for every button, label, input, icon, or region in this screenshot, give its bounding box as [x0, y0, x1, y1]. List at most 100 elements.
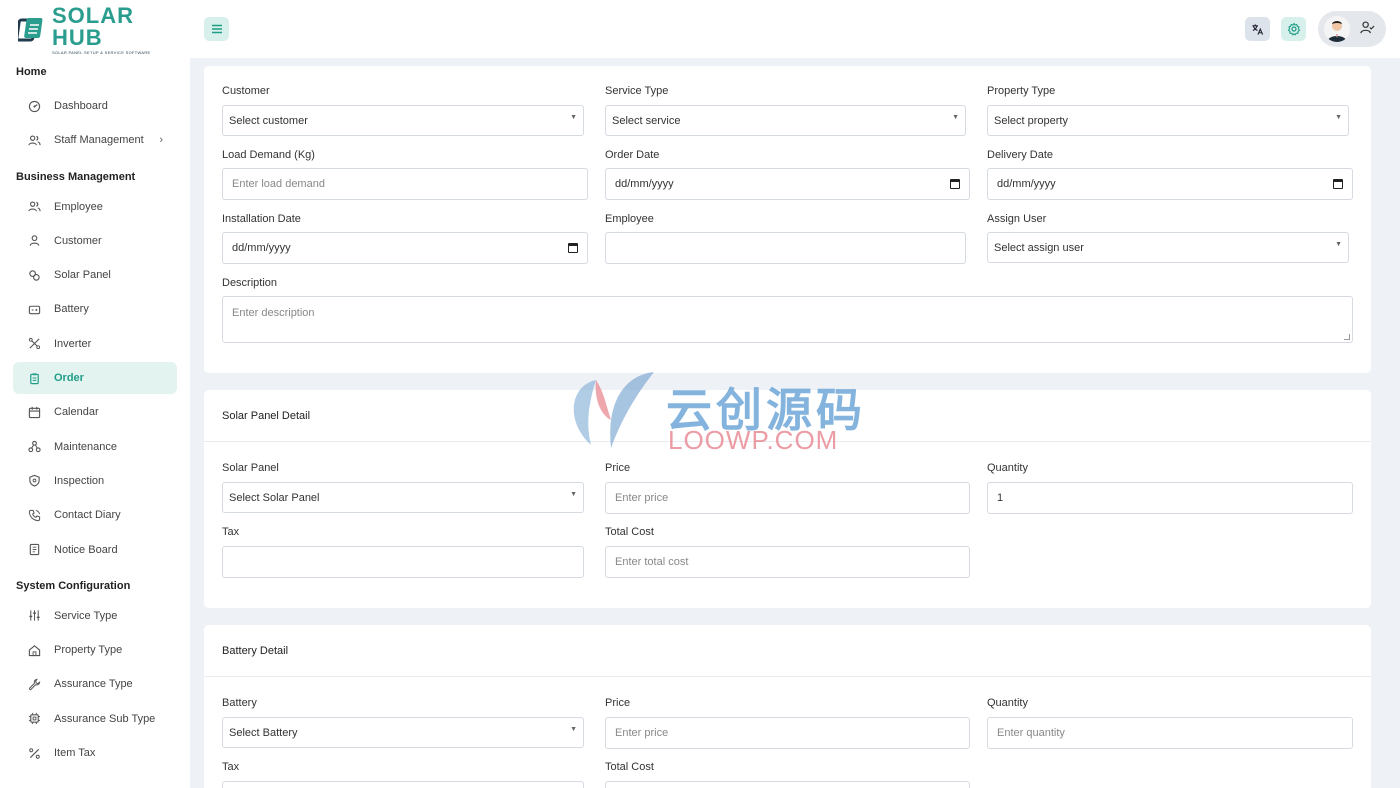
sidebar-item-employee[interactable]: Employee [13, 191, 177, 223]
sidebar-item-inspection[interactable]: Inspection [13, 465, 177, 497]
brand-name: SOLAR HUB [52, 3, 134, 50]
sidebar-item-label: Solar Panel [54, 269, 111, 282]
menu-toggle-button[interactable] [204, 17, 229, 41]
sidebar-item-label: Battery [54, 303, 89, 316]
sidebar-item-property-type[interactable]: Property Type [13, 634, 177, 666]
battery-price-label: Price [605, 697, 631, 709]
battery-tax-label: Tax [222, 761, 240, 773]
chip-icon [27, 712, 41, 726]
solar-price-input[interactable]: Enter price [605, 482, 970, 514]
battery-price-placeholder: Enter price [615, 727, 669, 739]
sidebar-item-label: Property Type [54, 644, 123, 657]
sidebar-nav: Home Dashboard Staff Management › Busine… [0, 60, 190, 771]
calendar-icon [27, 405, 41, 419]
customer-select[interactable]: Select customer ▼ [222, 105, 584, 136]
calendar-icon[interactable] [568, 243, 578, 253]
sidebar-item-staff-management[interactable]: Staff Management › [13, 124, 177, 156]
sidebar-item-label: Inspection [54, 474, 105, 487]
sidebar-item-calendar[interactable]: Calendar [13, 396, 177, 428]
sidebar-item-battery[interactable]: Battery [13, 293, 177, 325]
sidebar-item-customer[interactable]: Customer [13, 225, 177, 257]
load-demand-input[interactable]: Enter load demand [222, 168, 588, 200]
sidebar-item-label: Dashboard [54, 100, 108, 112]
battery-price-input[interactable]: Enter price [605, 717, 970, 749]
solar-tax-select[interactable] [222, 546, 584, 578]
service-type-select[interactable]: Select service ▼ [605, 105, 966, 136]
description-placeholder: Enter description [232, 307, 315, 319]
sidebar-item-label: Inverter [54, 337, 92, 350]
sidebar-item-maintenance[interactable]: Maintenance [13, 431, 177, 463]
calendar-icon[interactable] [1333, 179, 1343, 189]
avatar [1324, 16, 1350, 42]
solar-price-placeholder: Enter price [615, 492, 669, 504]
clipboard-icon [27, 371, 41, 385]
user-profile-menu[interactable] [1318, 11, 1386, 47]
brand-logo[interactable]: SOLAR HUB SOLAR PANEL SETUP & SERVICE SO… [15, 5, 173, 55]
sidebar-item-solar-panel[interactable]: Solar Panel [13, 259, 177, 291]
brand-tagline: SOLAR PANEL SETUP & SERVICE SOFTWARE [52, 50, 151, 55]
sidebar-item-assurance-type[interactable]: Assurance Type [13, 668, 177, 700]
sidebar-item-notice-board[interactable]: Notice Board [13, 534, 177, 566]
service-type-select-value: Select service [612, 114, 681, 127]
order-date-value: dd/mm/yyyy [615, 178, 674, 190]
solar-total-cost-label: Total Cost [605, 526, 654, 538]
employee-label: Employee [605, 213, 654, 225]
sidebar-item-order[interactable]: Order [13, 362, 177, 395]
sidebar-item-label: Staff Management [54, 134, 144, 147]
sidebar-item-dashboard[interactable]: Dashboard [13, 90, 177, 122]
percent-icon [27, 746, 41, 760]
solar-panel-icon [27, 268, 41, 282]
battery-quantity-input[interactable]: Enter quantity [987, 717, 1353, 749]
caret-down-icon: ▼ [570, 726, 577, 733]
installation-date-value: dd/mm/yyyy [232, 242, 291, 254]
battery-detail-title: Battery Detail [204, 625, 1371, 677]
property-type-select[interactable]: Select property ▼ [987, 105, 1349, 136]
solar-price-label: Price [605, 462, 631, 474]
solar-total-cost-input[interactable]: Enter total cost [605, 546, 970, 578]
battery-label: Battery [222, 697, 257, 709]
employee-input[interactable] [605, 232, 966, 264]
order-date-input[interactable]: dd/mm/yyyy [605, 168, 970, 200]
property-type-select-value: Select property [994, 114, 1068, 127]
caret-down-icon: ▼ [1335, 241, 1342, 248]
users-icon [27, 200, 41, 214]
home-icon [27, 643, 41, 657]
sidebar-item-item-tax[interactable]: Item Tax [13, 737, 177, 769]
sidebar-item-contact-diary[interactable]: Contact Diary [13, 499, 177, 531]
assign-user-select[interactable]: Select assign user ▼ [987, 232, 1349, 263]
caret-down-icon: ▼ [570, 114, 577, 121]
battery-quantity-placeholder: Enter quantity [997, 727, 1065, 739]
sidebar-item-inverter[interactable]: Inverter [13, 328, 177, 360]
users-icon [27, 133, 41, 147]
sidebar-item-service-type[interactable]: Service Type [13, 600, 177, 632]
installation-date-input[interactable]: dd/mm/yyyy [222, 232, 588, 264]
load-demand-label: Load Demand (Kg) [222, 149, 315, 161]
delivery-date-value: dd/mm/yyyy [997, 178, 1056, 190]
service-type-label: Service Type [605, 85, 669, 97]
settings-button[interactable] [1281, 17, 1306, 41]
assign-user-label: Assign User [987, 213, 1047, 225]
calendar-icon[interactable] [950, 179, 960, 189]
assign-user-select-value: Select assign user [994, 241, 1084, 254]
language-button[interactable] [1245, 17, 1270, 41]
hamburger-icon [211, 24, 222, 34]
battery-tax-select[interactable] [222, 781, 584, 788]
top-bar [190, 0, 1400, 58]
delivery-date-input[interactable]: dd/mm/yyyy [987, 168, 1353, 200]
battery-select[interactable]: Select Battery ▼ [222, 717, 584, 748]
sidebar-item-assurance-sub-type[interactable]: Assurance Sub Type [13, 703, 177, 735]
solar-panel-select[interactable]: Select Solar Panel ▼ [222, 482, 584, 513]
battery-total-cost-input[interactable] [605, 781, 970, 788]
customer-label: Customer [222, 85, 270, 97]
resize-handle-icon[interactable] [1344, 334, 1350, 340]
solar-panel-label: Solar Panel [222, 462, 279, 474]
description-textarea[interactable]: Enter description [222, 296, 1353, 343]
section-title-business-management: Business Management [16, 170, 136, 183]
sidebar-item-label: Service Type [54, 609, 118, 622]
solar-quantity-input[interactable]: 1 [987, 482, 1353, 514]
wrench-icon [27, 677, 41, 691]
delivery-date-label: Delivery Date [987, 149, 1054, 161]
sidebar-item-label: Order [54, 372, 84, 385]
battery-icon [27, 302, 41, 316]
solar-quantity-value: 1 [997, 492, 1004, 504]
